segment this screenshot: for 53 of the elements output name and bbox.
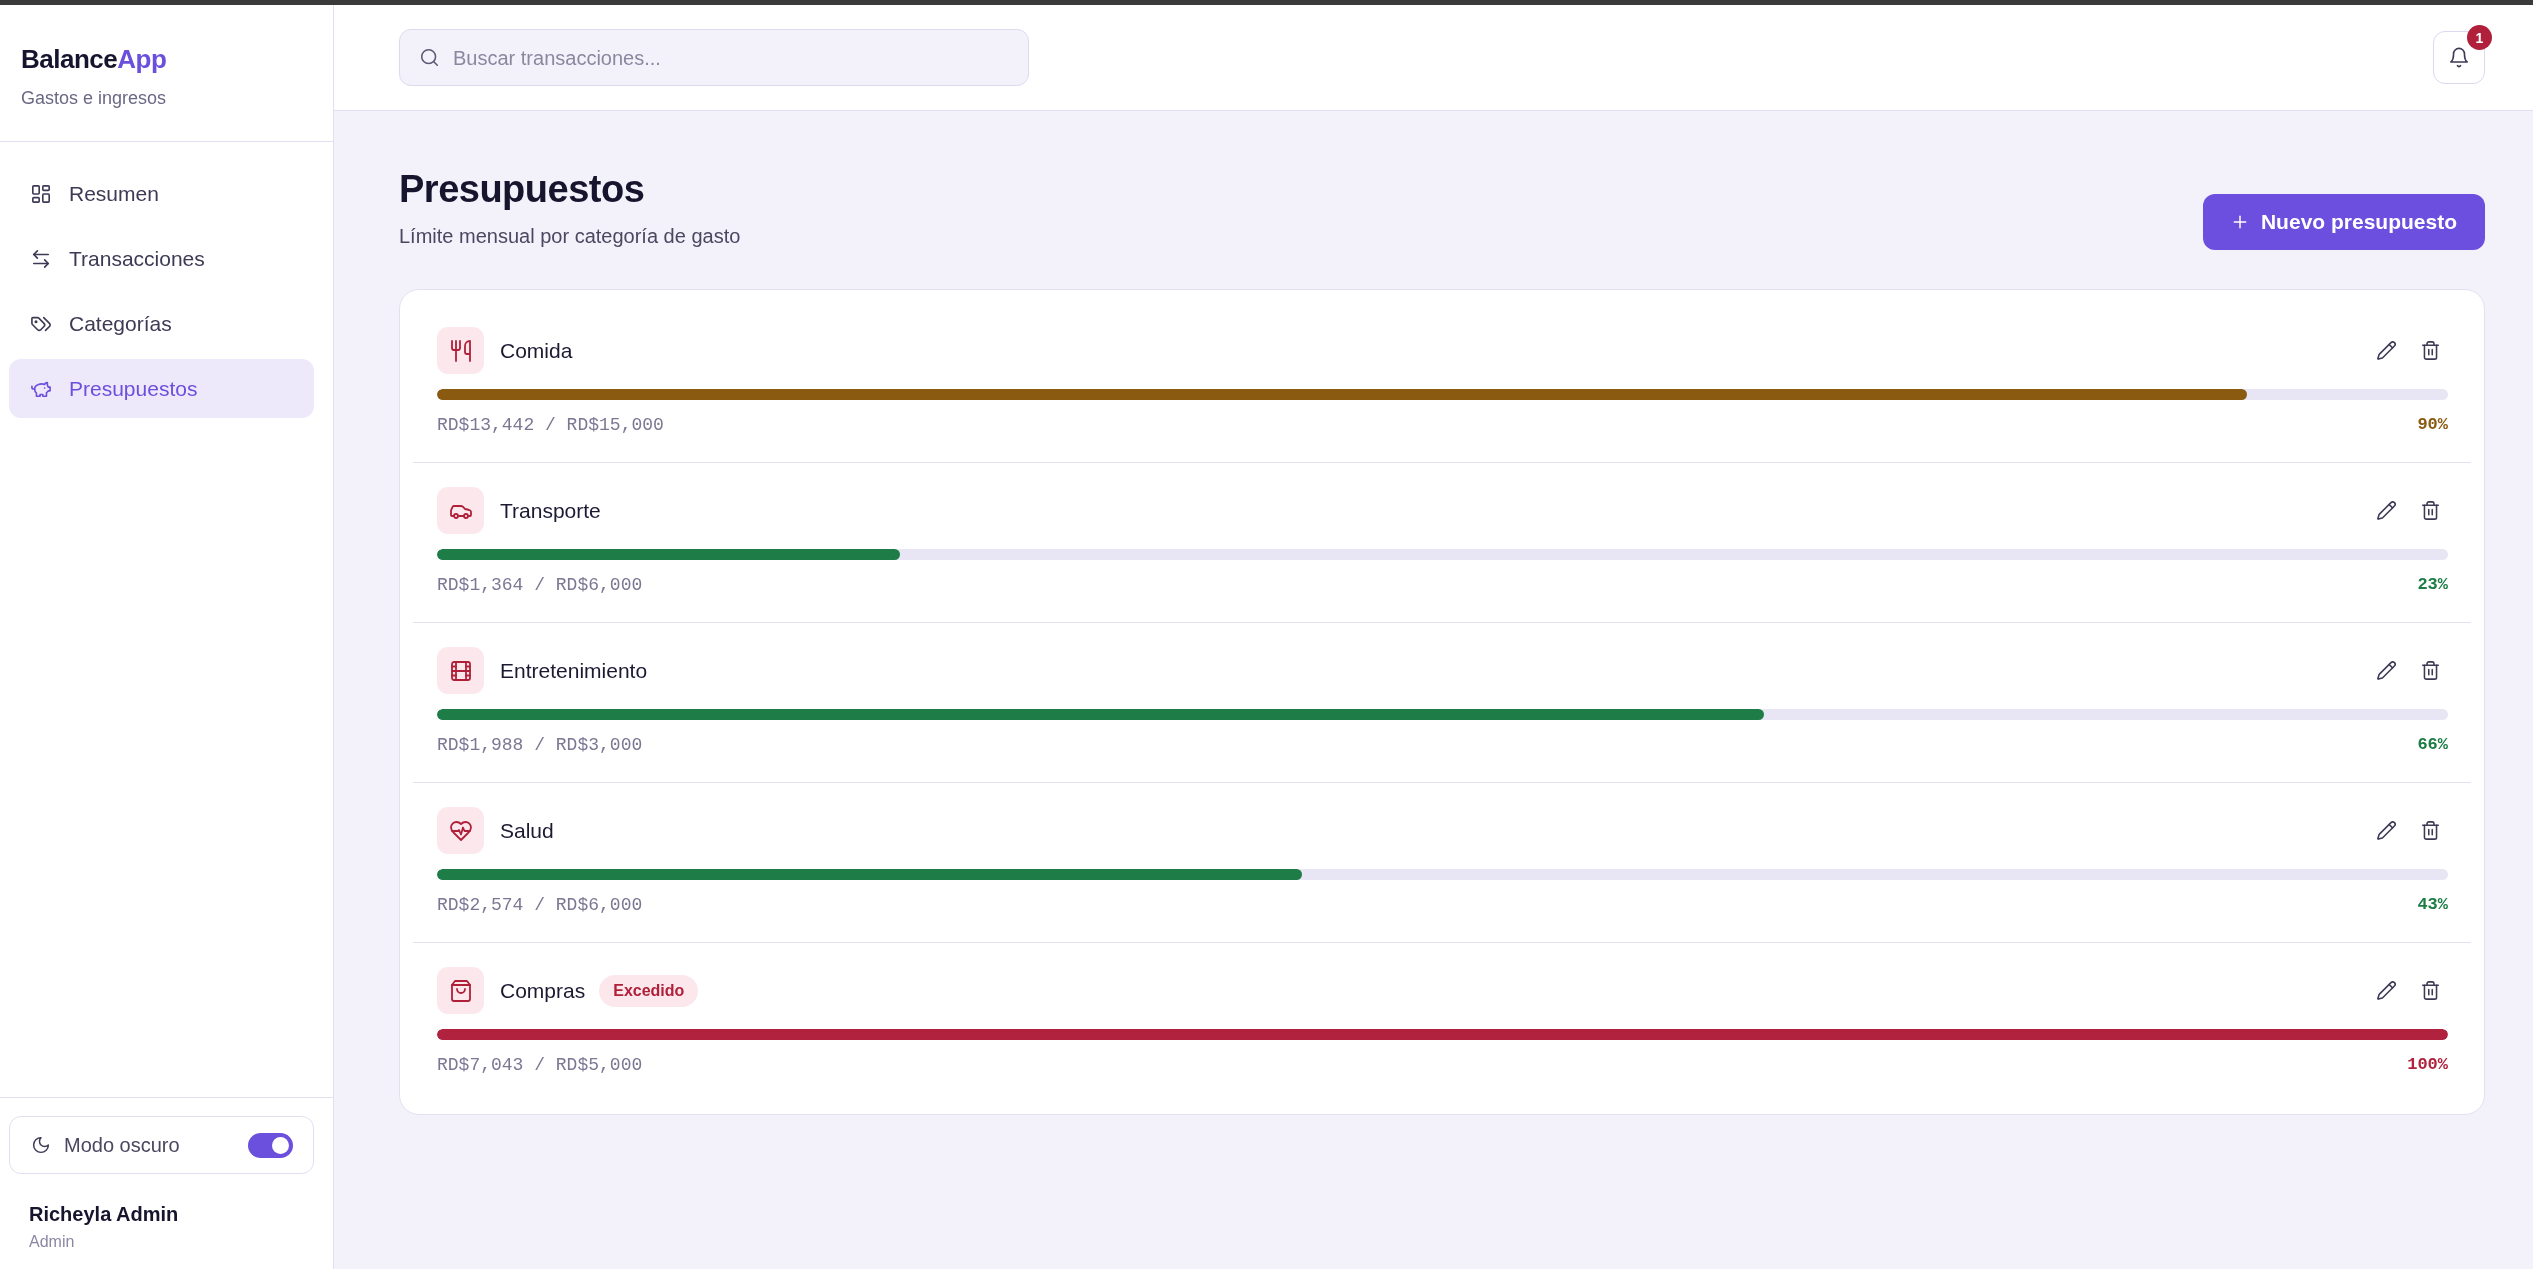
search-field[interactable]: Buscar transacciones... xyxy=(399,29,1029,86)
app-subtitle: Gastos e ingresos xyxy=(21,87,167,110)
budget-percent: 23% xyxy=(2417,574,2448,596)
trash-icon xyxy=(2420,501,2440,520)
nav-item[interactable]: Categorías xyxy=(9,294,314,353)
moon-icon xyxy=(32,1136,50,1154)
budget-amount: RD$13,442 / RD$15,000 xyxy=(437,414,664,437)
page-subtitle: Límite mensual por categoría de gasto xyxy=(399,224,741,249)
budget-name: Salud xyxy=(500,817,554,844)
budget-percent: 43% xyxy=(2417,894,2448,916)
trash-icon xyxy=(2420,341,2440,360)
new-budget-button[interactable]: Nuevo presupuesto xyxy=(2202,194,2485,250)
dark-mode-toggle[interactable] xyxy=(248,1132,293,1158)
pencil-icon xyxy=(2376,661,2396,680)
budget-percent: 100% xyxy=(2407,1054,2448,1076)
pencil-icon xyxy=(2376,341,2396,360)
notification-count: 1 xyxy=(2467,25,2492,50)
nav-item[interactable]: Resumen xyxy=(9,164,314,223)
budget-name: Entretenimiento xyxy=(500,657,648,684)
swap-arrows-icon xyxy=(31,248,51,269)
bell-icon xyxy=(2449,47,2469,68)
budget-percent: 90% xyxy=(2417,414,2448,436)
budget-amount: RD$1,988 / RD$3,000 xyxy=(437,734,643,757)
car-icon xyxy=(437,487,484,534)
film-icon xyxy=(437,647,484,694)
heart-pulse-icon xyxy=(437,807,484,854)
dashboard-icon xyxy=(31,183,51,204)
pencil-icon xyxy=(2376,981,2396,1000)
dark-mode-label: Modo oscuro xyxy=(64,1133,180,1158)
user-role: Admin xyxy=(29,1232,75,1252)
user-name: Richeyla Admin xyxy=(29,1202,179,1227)
budget-name: Compras xyxy=(500,977,586,1004)
search-input[interactable]: Buscar transacciones... xyxy=(453,42,1008,73)
nav-item[interactable]: Transacciones xyxy=(9,229,314,288)
budget-amount: RD$2,574 / RD$6,000 xyxy=(437,894,643,917)
trash-icon xyxy=(2420,821,2440,840)
app-logo: BalanceApp xyxy=(21,43,167,75)
shopping-bag-icon xyxy=(437,967,484,1014)
pencil-icon xyxy=(2376,501,2396,520)
status-badge: Excedido xyxy=(599,974,699,1007)
budget-percent: 66% xyxy=(2417,734,2448,756)
utensils-icon xyxy=(437,327,484,374)
budget-name: Comida xyxy=(500,337,573,364)
budget-amount: RD$1,364 / RD$6,000 xyxy=(437,574,643,597)
budget-amount: RD$7,043 / RD$5,000 xyxy=(437,1054,643,1077)
pencil-icon xyxy=(2376,821,2396,840)
trash-icon xyxy=(2420,661,2440,680)
trash-icon xyxy=(2420,981,2440,1000)
notifications-button[interactable] xyxy=(2433,31,2485,84)
nav-item[interactable]: Presupuestos xyxy=(9,359,314,418)
budget-name: Transporte xyxy=(500,497,601,524)
page-title: Presupuestos xyxy=(399,167,645,212)
search-icon xyxy=(420,48,439,67)
